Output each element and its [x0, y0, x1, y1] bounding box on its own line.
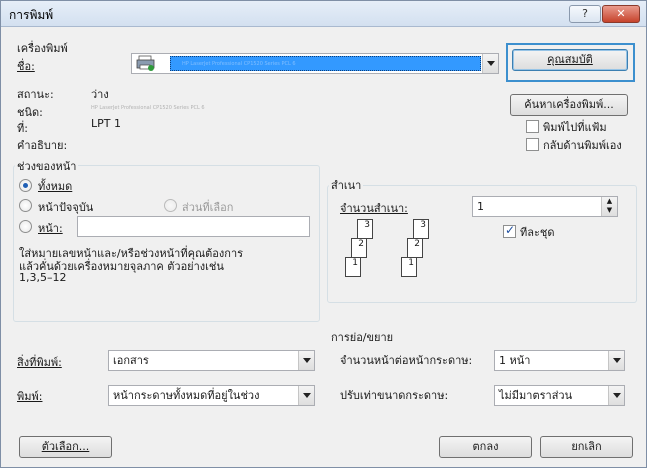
- where-label: ที่:: [17, 122, 28, 135]
- print-dialog: การพิมพ์ ? ✕ เครื่องพิมพ์ ชื่อ: HP Laser…: [0, 0, 647, 468]
- title-bar: การพิมพ์ ? ✕: [1, 1, 646, 27]
- print-label: พิมพ์:: [17, 390, 43, 403]
- properties-button[interactable]: คุณสมบัติ: [512, 49, 628, 71]
- collate-checkbox[interactable]: [503, 223, 516, 238]
- ok-button[interactable]: ตกลง: [439, 436, 532, 458]
- find-printer-label: ค้นหาเครื่องพิมพ์...: [524, 98, 614, 111]
- print-what-arrow[interactable]: [298, 351, 314, 370]
- current-page-radio[interactable]: [19, 199, 32, 212]
- pages-per-sheet-value: 1 หน้า: [499, 354, 531, 367]
- copies-count-value: 1: [477, 200, 484, 213]
- type-value: HP LaserJet Professional CP1520 Series P…: [91, 105, 205, 111]
- manual-duplex-label: กลับด้านพิมพ์เอง: [543, 139, 622, 152]
- copies-spinner[interactable]: ▲ ▼: [601, 197, 617, 216]
- printer-name-text: HP LaserJet Professional CP1520 Series P…: [182, 61, 296, 67]
- collate-page-3b: 3: [413, 219, 429, 239]
- pages-radio[interactable]: [19, 220, 32, 233]
- scale-label: ปรับเท่าขนาดกระดาษ:: [340, 389, 449, 402]
- print-what-value: เอกสาร: [113, 354, 149, 367]
- selection-radio[interactable]: [164, 199, 177, 212]
- options-button[interactable]: ตัวเลือก...: [19, 436, 112, 458]
- window-title: การพิมพ์: [9, 8, 54, 22]
- copies-input[interactable]: 1 ▲ ▼: [472, 196, 618, 217]
- print-what-label: สิ่งที่พิมพ์:: [17, 356, 62, 369]
- copies-count-label: จำนวนสำเนา:: [340, 202, 408, 215]
- collate-page-1a: 1: [345, 257, 361, 277]
- print-what-select[interactable]: เอกสาร: [108, 350, 315, 371]
- print-arrow[interactable]: [298, 386, 314, 405]
- scale-value: ไม่มีมาตราส่วน: [499, 389, 573, 402]
- collate-page-2a: 2: [351, 238, 367, 258]
- cancel-button-label: ยกเลิก: [571, 440, 602, 453]
- pages-per-sheet-label: จำนวนหน้าต่อหน้ากระดาษ:: [340, 354, 473, 367]
- page-range-label: ช่วงของหน้า: [15, 157, 79, 175]
- collate-page-1b: 1: [401, 257, 417, 277]
- comment-label: คำอธิบาย:: [17, 139, 68, 152]
- collate-label: ทีละชุด: [520, 226, 555, 239]
- scale-select[interactable]: ไม่มีมาตราส่วน: [494, 385, 625, 406]
- cancel-button[interactable]: ยกเลิก: [540, 436, 633, 458]
- find-printer-button[interactable]: ค้นหาเครื่องพิมพ์...: [510, 94, 628, 116]
- pages-per-sheet-arrow[interactable]: [608, 351, 624, 370]
- pages-label: หน้า:: [38, 222, 63, 235]
- print-value: หน้ากระดาษทั้งหมดที่อยู่ในช่วง: [113, 389, 260, 402]
- where-value: LPT 1: [91, 117, 121, 130]
- properties-button-label: คุณสมบัติ: [547, 53, 593, 66]
- ok-button-label: ตกลง: [472, 440, 499, 453]
- close-button[interactable]: ✕: [602, 5, 640, 23]
- collate-page-3a: 3: [357, 219, 373, 239]
- printer-select[interactable]: HP LaserJet Professional CP1520 Series P…: [131, 53, 499, 74]
- copies-label: สำเนา: [329, 176, 364, 194]
- options-button-label: ตัวเลือก...: [41, 440, 90, 453]
- pages-input[interactable]: [77, 216, 310, 237]
- collate-page-2b: 2: [407, 238, 423, 258]
- printer-dropdown-arrow[interactable]: [482, 54, 498, 73]
- print-select[interactable]: หน้ากระดาษทั้งหมดที่อยู่ในช่วง: [108, 385, 315, 406]
- print-to-file-label: พิมพ์ไปที่แฟ้ม: [543, 121, 607, 134]
- selection-label: ส่วนที่เลือก: [182, 201, 234, 214]
- status-label: สถานะ:: [17, 88, 54, 101]
- status-value: ว่าง: [91, 88, 109, 101]
- all-pages-label: ทั้งหมด: [38, 180, 73, 193]
- printer-group-label: เครื่องพิมพ์: [17, 42, 68, 55]
- manual-duplex-checkbox[interactable]: [526, 138, 539, 151]
- printer-icon: [136, 55, 155, 71]
- all-pages-radio[interactable]: [19, 179, 32, 192]
- pages-per-sheet-select[interactable]: 1 หน้า: [494, 350, 625, 371]
- zoom-label: การย่อ/ขยาย: [329, 328, 396, 346]
- scale-arrow[interactable]: [608, 386, 624, 405]
- current-page-label: หน้าปัจจุบัน: [38, 201, 94, 214]
- print-to-file-checkbox[interactable]: [526, 120, 539, 133]
- help-button[interactable]: ?: [569, 5, 601, 23]
- page-range-help-3: 1,3,5–12: [19, 271, 67, 284]
- printer-name-label: ชื่อ:: [17, 60, 35, 73]
